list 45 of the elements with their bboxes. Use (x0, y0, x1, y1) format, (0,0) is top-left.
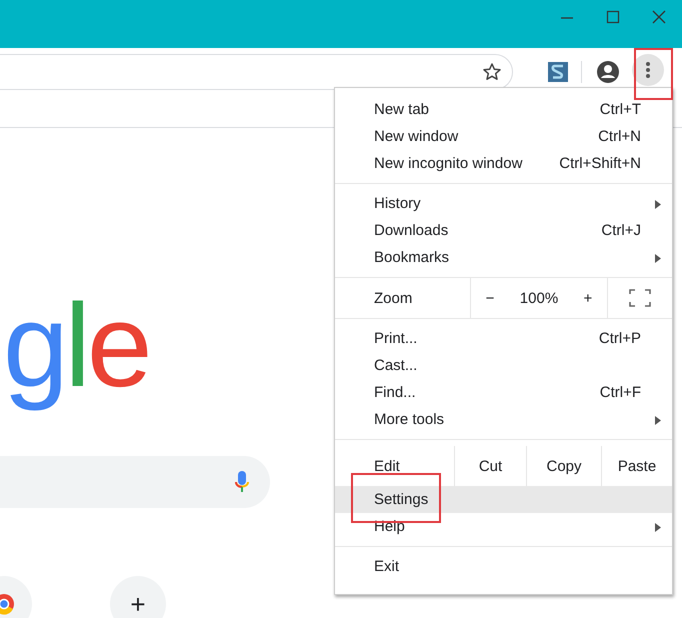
menu-item[interactable]: New incognito window Ctrl+Shift+N (335, 150, 672, 177)
menu-item-label: Find... (374, 384, 417, 401)
menu-item-label: Bookmarks (374, 249, 450, 266)
menu-item[interactable]: More tools (335, 406, 672, 433)
shortcut-text: Ctrl+P (598, 330, 641, 347)
menu-item[interactable]: Downloads Ctrl+J (335, 217, 672, 244)
shortcut-text: Ctrl+Shift+N (559, 155, 641, 172)
search-field[interactable] (0, 456, 270, 508)
zoom-out-button[interactable]: − (482, 290, 498, 306)
menu-item-label: New incognito window (374, 155, 524, 172)
shortcut-text: Ctrl+F (600, 384, 641, 401)
menu-item-label: New tab (374, 101, 430, 118)
menu-item[interactable]: Exit (335, 553, 672, 580)
menu-item[interactable]: Settings (335, 486, 672, 513)
shortcut-text: Ctrl+J (601, 222, 641, 239)
more-icon[interactable] (645, 61, 651, 79)
menu-item-label: Zoom (373, 288, 414, 308)
menu-item[interactable]: New window Ctrl+N (335, 123, 672, 150)
menu-item-label: History (374, 195, 422, 212)
shortcut-text: Ctrl+T (600, 101, 641, 118)
menu-item[interactable]: New tab Ctrl+T (335, 96, 672, 123)
menu-button[interactable] (632, 54, 664, 86)
menu-item-label: More tools (374, 411, 446, 428)
menu-item-label: Edit (373, 456, 401, 476)
zoom-level: 100% (520, 290, 558, 306)
zoom-in-button[interactable]: + (580, 290, 596, 306)
menu-item-label: Settings (374, 491, 430, 508)
profile-icon[interactable] (596, 60, 620, 84)
menu-item-label: Print... (374, 330, 418, 347)
menu-item-label: Cast... (374, 357, 418, 374)
menu-item-label: Downloads (374, 222, 450, 239)
fullscreen-icon[interactable] (629, 289, 651, 307)
menu-item[interactable]: History (335, 190, 672, 217)
menu-item-label: New window (374, 128, 460, 145)
microphone-icon[interactable] (234, 470, 250, 494)
menu-item[interactable]: Bookmarks (335, 244, 672, 271)
add-shortcut-button[interactable]: + (110, 576, 166, 618)
menu-item[interactable]: Print... Ctrl+P (335, 325, 672, 352)
star-icon[interactable] (482, 62, 502, 82)
menu-item-label: Exit (374, 558, 400, 575)
logo-text: gle (2, 279, 150, 414)
menu-item[interactable]: Cast... (335, 352, 672, 379)
shortcut-text: Ctrl+N (598, 128, 641, 145)
menu-item[interactable]: Find... Ctrl+F (335, 379, 672, 406)
extension-icon[interactable] (547, 61, 569, 83)
